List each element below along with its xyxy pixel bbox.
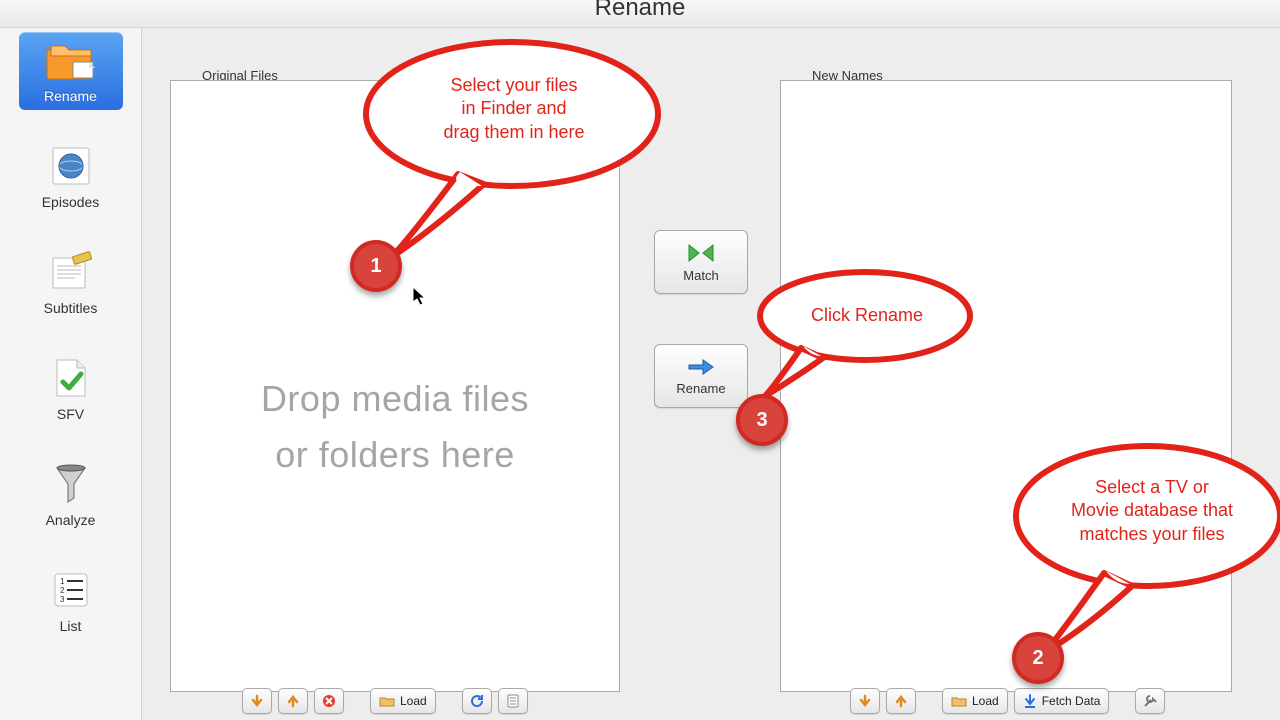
globe-icon — [43, 144, 99, 188]
drop-hint-line: or folders here — [171, 427, 619, 483]
folder-open-icon — [951, 695, 967, 707]
original-files-panel[interactable]: Drop media files or folders here — [170, 80, 620, 692]
match-button[interactable]: Match — [654, 230, 748, 294]
tools-icon — [1143, 694, 1157, 708]
move-down-button-2[interactable] — [850, 688, 880, 714]
load-button-2[interactable]: Load — [942, 688, 1008, 714]
match-arrows-icon — [685, 242, 717, 264]
new-names-panel[interactable] — [780, 80, 1232, 692]
cursor-icon — [412, 286, 428, 306]
callout-2-text: Select a TV or Movie database that match… — [1052, 476, 1252, 546]
sidebar-item-list[interactable]: 1 2 3 List — [19, 562, 123, 640]
clipboard-button[interactable] — [498, 688, 528, 714]
sidebar-item-label: Subtitles — [44, 300, 98, 316]
sidebar-item-episodes[interactable]: Episodes — [19, 138, 123, 216]
callout-1-badge: 1 — [350, 240, 402, 292]
load-button[interactable]: Load — [370, 688, 436, 714]
funnel-icon — [43, 462, 99, 506]
refresh-button[interactable] — [462, 688, 492, 714]
clipboard-icon — [507, 694, 519, 708]
sidebar: Rename Episodes Subtitles — [0, 28, 142, 720]
svg-text:2: 2 — [60, 586, 65, 595]
numbered-list-icon: 1 2 3 — [43, 568, 99, 612]
sidebar-item-subtitles[interactable]: Subtitles — [19, 244, 123, 322]
arrow-up-icon — [286, 694, 300, 708]
drop-hint: Drop media files or folders here — [171, 371, 619, 483]
callout-3-badge: 3 — [736, 394, 788, 446]
svg-text:3: 3 — [60, 595, 65, 604]
match-button-label: Match — [683, 268, 718, 283]
move-up-button[interactable] — [278, 688, 308, 714]
subtitles-icon — [43, 250, 99, 294]
sidebar-item-analyze[interactable]: Analyze — [19, 456, 123, 534]
rename-button[interactable]: Rename — [654, 344, 748, 408]
settings-button[interactable] — [1135, 688, 1165, 714]
callout-3-text: Click Rename — [782, 304, 952, 327]
remove-button[interactable] — [314, 688, 344, 714]
arrow-up-icon — [894, 694, 908, 708]
sidebar-item-rename[interactable]: Rename — [19, 32, 123, 110]
callout-1-text: Select your files in Finder and drag the… — [414, 74, 614, 144]
left-toolbar: Load — [242, 686, 528, 716]
fetch-data-button[interactable]: Fetch Data — [1014, 688, 1110, 714]
sidebar-item-label: Episodes — [42, 194, 100, 210]
right-toolbar: Load Fetch Data — [850, 686, 1165, 716]
sidebar-item-sfv[interactable]: SFV — [19, 350, 123, 428]
drop-hint-line: Drop media files — [171, 371, 619, 427]
move-up-button-2[interactable] — [886, 688, 916, 714]
load-button-label: Load — [972, 694, 999, 708]
move-down-button[interactable] — [242, 688, 272, 714]
arrow-down-icon — [250, 694, 264, 708]
download-icon — [1023, 694, 1037, 708]
rename-arrow-icon — [685, 357, 717, 377]
sidebar-item-label: Rename — [44, 88, 97, 104]
remove-icon — [322, 694, 336, 708]
sidebar-item-label: List — [60, 618, 82, 634]
rename-button-label: Rename — [676, 381, 725, 396]
main-panel: Original Files New Names Drop media file… — [142, 28, 1280, 720]
svg-text:1: 1 — [60, 577, 65, 586]
fetch-data-label: Fetch Data — [1042, 694, 1101, 708]
sidebar-item-label: Analyze — [46, 512, 96, 528]
refresh-icon — [470, 694, 484, 708]
folder-open-icon — [379, 695, 395, 707]
arrow-down-icon — [858, 694, 872, 708]
callout-2-badge: 2 — [1012, 632, 1064, 684]
window-title: Rename — [0, 0, 1280, 28]
rename-folder-icon — [43, 38, 99, 82]
sfv-check-icon — [43, 356, 99, 400]
load-button-label: Load — [400, 694, 427, 708]
sidebar-item-label: SFV — [57, 406, 84, 422]
